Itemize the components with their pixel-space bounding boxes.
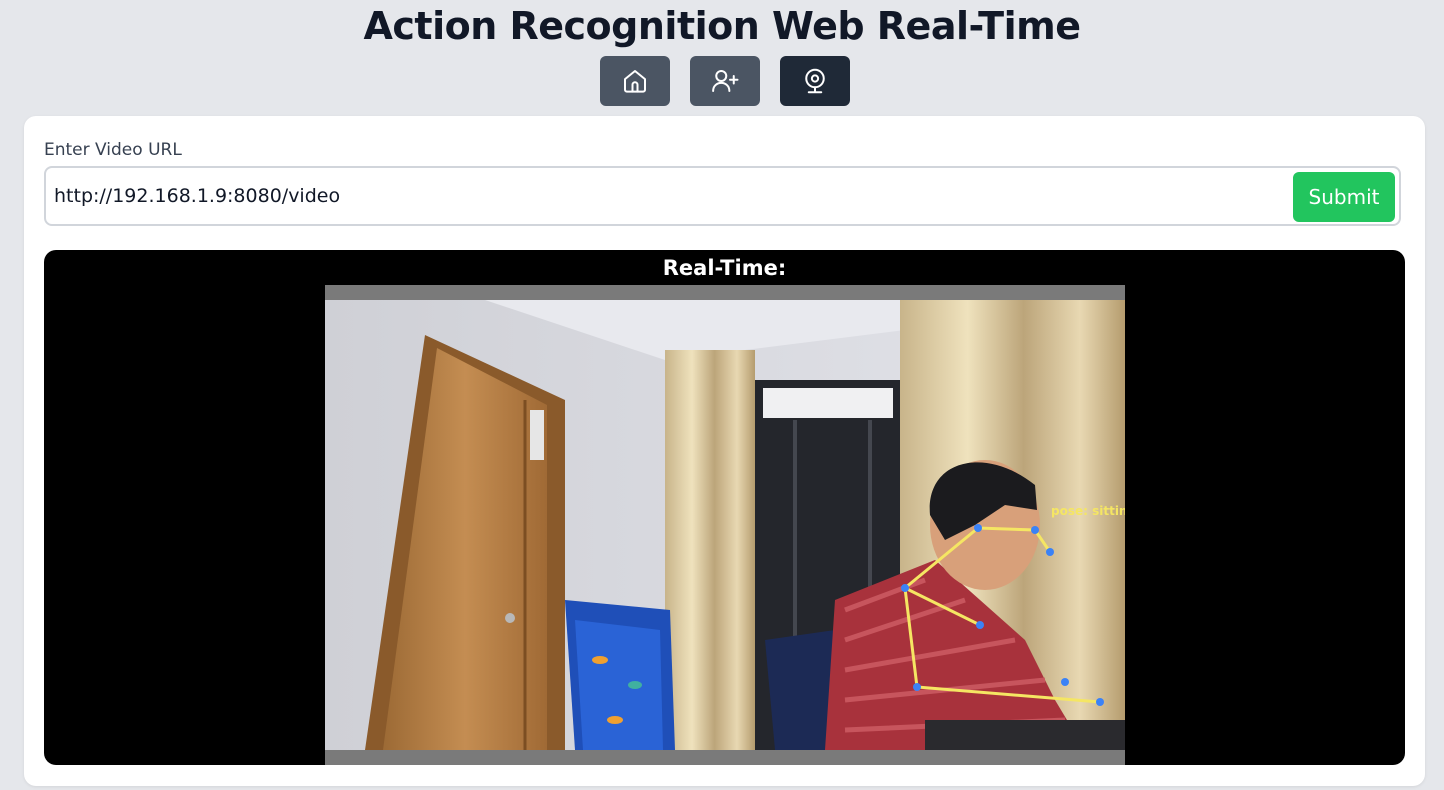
add-user-button[interactable] xyxy=(690,56,760,106)
pose-label: pose: sitting xyxy=(1051,504,1125,518)
video-url-input[interactable] xyxy=(50,172,1290,220)
nav-bar xyxy=(600,56,850,106)
video-stream: pose: sitting xyxy=(325,285,1125,765)
main-card: Enter Video URL Submit Real-Time: xyxy=(24,116,1425,786)
url-form: Submit xyxy=(44,166,1401,226)
submit-button[interactable]: Submit xyxy=(1293,172,1395,222)
home-button[interactable] xyxy=(600,56,670,106)
webcam-button[interactable] xyxy=(780,56,850,106)
page-title: Action Recognition Web Real-Time xyxy=(363,4,1081,48)
user-plus-icon xyxy=(712,70,739,92)
webcam-icon xyxy=(805,68,825,94)
realtime-label: Real-Time: xyxy=(662,256,787,280)
video-frame-image: pose: sitting xyxy=(325,300,1125,750)
url-label: Enter Video URL xyxy=(44,140,182,160)
realtime-panel: Real-Time: pose: sittin xyxy=(44,250,1405,765)
home-icon xyxy=(624,70,646,93)
